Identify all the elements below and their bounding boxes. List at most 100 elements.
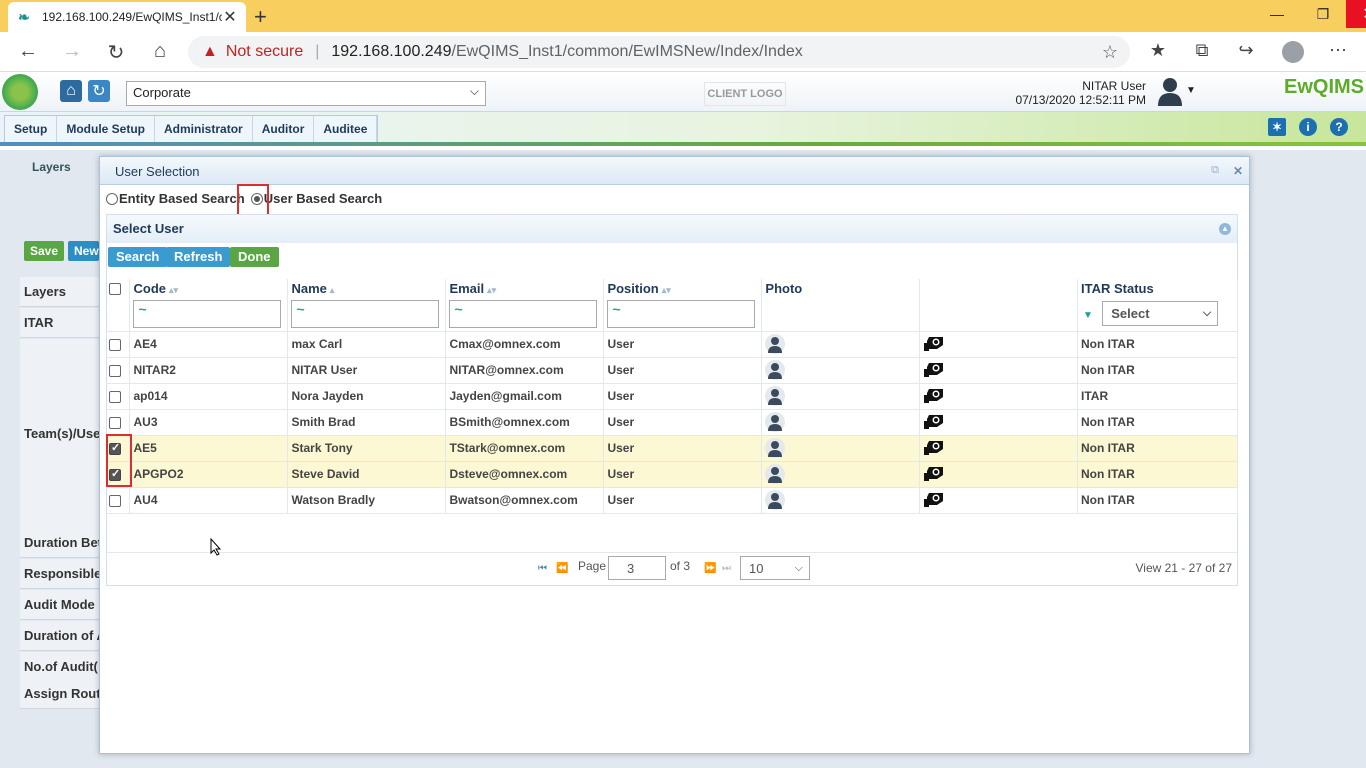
save-button[interactable]: Save bbox=[24, 241, 65, 261]
row-checkbox[interactable] bbox=[109, 364, 121, 377]
refresh-nav-icon[interactable]: ↻ bbox=[88, 80, 110, 102]
user-photo-icon bbox=[765, 360, 786, 380]
minimize-icon[interactable]: — bbox=[1254, 0, 1300, 28]
itar-filter-select[interactable]: Select ⌵ bbox=[1102, 301, 1219, 327]
camera-icon[interactable] bbox=[923, 387, 945, 405]
forward-icon[interactable]: → bbox=[60, 40, 84, 63]
cell-itar-status: Non ITAR bbox=[1077, 461, 1238, 488]
table-cell bbox=[106, 357, 131, 384]
camera-icon[interactable] bbox=[923, 413, 945, 431]
breadcrumb: Layers bbox=[32, 160, 71, 174]
user-avatar-icon[interactable] bbox=[1156, 76, 1184, 106]
first-page-icon[interactable]: ⏮ bbox=[538, 563, 547, 574]
home-icon[interactable]: ⌂ bbox=[148, 40, 172, 63]
collapse-icon[interactable]: ▲ bbox=[1219, 223, 1231, 235]
camera-icon[interactable] bbox=[923, 491, 945, 509]
filter-icon: ▼ bbox=[1083, 310, 1093, 322]
table-row[interactable]: AE4 max Carl Cmax@omnex.com User Non ITAR bbox=[106, 331, 1238, 358]
menu-auditor[interactable]: Auditor bbox=[253, 116, 315, 142]
last-page-icon[interactable]: ⏭ bbox=[722, 563, 731, 574]
page-count: of 3 bbox=[670, 559, 691, 573]
favorites-icon[interactable]: ★ bbox=[1146, 40, 1170, 61]
label-no-of-audits: No.of Audit( bbox=[20, 652, 100, 682]
table-cell bbox=[919, 435, 1078, 462]
row-checkbox[interactable] bbox=[109, 338, 121, 351]
user-photo-icon bbox=[765, 412, 786, 432]
menu-auditee[interactable]: Auditee bbox=[314, 116, 378, 142]
menu-administrator[interactable]: Administrator bbox=[155, 116, 253, 142]
popout-icon[interactable]: ⧉ bbox=[1211, 164, 1219, 177]
prev-page-icon[interactable]: ⏪ bbox=[556, 563, 568, 574]
close-icon[interactable]: ✕ bbox=[1233, 164, 1243, 178]
pin-icon[interactable]: ✶ bbox=[1268, 118, 1286, 136]
column-code-label: Code bbox=[133, 280, 166, 296]
cell-itar-status: Non ITAR bbox=[1077, 435, 1238, 462]
help-icon[interactable]: ? bbox=[1330, 118, 1348, 136]
table-cell bbox=[761, 461, 921, 488]
user-menu-caret-icon[interactable]: ▼ bbox=[1186, 85, 1196, 96]
table-row[interactable]: APGPO2Steve DavidDsteve@omnex.comUser Non… bbox=[106, 461, 1238, 488]
refresh-button[interactable]: Refresh bbox=[166, 247, 231, 267]
info-icon[interactable]: i bbox=[1299, 118, 1317, 136]
name-filter-input[interactable]: ~ bbox=[291, 299, 440, 328]
entity-search-radio[interactable] bbox=[106, 192, 118, 205]
camera-icon[interactable] bbox=[923, 465, 945, 483]
share-icon[interactable]: ↪ bbox=[1234, 40, 1258, 61]
done-button[interactable]: Done bbox=[230, 247, 279, 267]
table-cell bbox=[761, 383, 921, 410]
chevron-down-icon: ⌵ bbox=[794, 562, 803, 574]
site-select[interactable]: Corporate ⌵ bbox=[126, 81, 486, 106]
next-page-icon[interactable]: ⏩ bbox=[704, 563, 716, 574]
restore-icon[interactable]: ❐ bbox=[1300, 0, 1346, 28]
filter-cell: ~ bbox=[287, 297, 447, 332]
sort-icon: ▴▾ bbox=[487, 284, 497, 295]
camera-icon[interactable] bbox=[923, 335, 945, 353]
bookmark-star-icon[interactable]: ☆ bbox=[1102, 42, 1118, 63]
email-filter-input[interactable]: ~ bbox=[449, 299, 598, 328]
column-position[interactable]: Position ▴▾ bbox=[603, 279, 763, 297]
code-filter-input[interactable]: ~ bbox=[133, 299, 282, 328]
camera-icon[interactable] bbox=[923, 361, 945, 379]
rows-per-page-select[interactable]: 10 ⌵ bbox=[740, 556, 810, 580]
menu-bar-underline bbox=[0, 142, 1366, 146]
reload-icon[interactable]: ↻ bbox=[104, 40, 128, 65]
column-email[interactable]: Email ▴▾ bbox=[445, 279, 605, 297]
tab-close-icon[interactable]: ✕ bbox=[222, 7, 238, 27]
user-photo-icon bbox=[765, 334, 786, 354]
label-duration-of-audit: Duration of A bbox=[20, 621, 100, 651]
row-checkbox[interactable] bbox=[109, 390, 121, 403]
more-menu-icon[interactable]: ⋯ bbox=[1326, 40, 1350, 61]
new-tab-icon[interactable]: + bbox=[254, 4, 267, 30]
position-filter-input[interactable]: ~ bbox=[607, 299, 756, 328]
profile-icon[interactable] bbox=[1282, 41, 1304, 63]
search-button[interactable]: Search bbox=[108, 247, 168, 267]
select-all-checkbox[interactable] bbox=[109, 283, 121, 296]
window-close-icon[interactable]: ✕ bbox=[1346, 0, 1366, 28]
sort-icon: ▴▾ bbox=[661, 284, 671, 295]
browser-tab[interactable]: ❧ 192.168.100.249/EwQIMS_Inst1/c ✕ bbox=[8, 2, 246, 32]
back-icon[interactable]: ← bbox=[16, 40, 40, 63]
pager: ⏮ ⏪ Page 3 of 3 ⏩ ⏭ 10 ⌵ View 21 - 27 of … bbox=[106, 552, 1238, 586]
table-cell bbox=[919, 331, 1078, 358]
table-row[interactable]: NITAR2 NITAR User NITAR@omnex.com User Non I… bbox=[106, 357, 1238, 384]
camera-icon[interactable] bbox=[923, 439, 945, 457]
column-itar-status[interactable]: ITAR Status bbox=[1077, 279, 1238, 297]
table-row[interactable]: AE5Stark TonyTStark@omnex.comUser Non ITA… bbox=[106, 435, 1238, 462]
row-checkbox[interactable] bbox=[109, 494, 121, 507]
table-row[interactable]: AU3 Smith Brad BSmith@omnex.com User Non ITA… bbox=[106, 409, 1238, 436]
url-field[interactable]: ▲ Not secure | 192.168.100.249/EwQIMS_In… bbox=[188, 36, 1130, 68]
table-row[interactable]: AU4 Watson Bradly Bwatson@omnex.com User Non… bbox=[106, 487, 1238, 514]
page-number-input[interactable]: 3 bbox=[608, 556, 666, 580]
new-button[interactable]: New bbox=[68, 241, 99, 261]
column-name[interactable]: Name ▴ bbox=[287, 279, 447, 297]
collections-icon[interactable]: ⧉ bbox=[1190, 40, 1214, 61]
column-code[interactable]: Code ▴▾ bbox=[129, 279, 289, 297]
menu-setup[interactable]: Setup bbox=[5, 116, 58, 142]
label-itar: ITAR bbox=[20, 308, 100, 338]
row-checkbox[interactable] bbox=[109, 416, 121, 429]
home-nav-icon[interactable]: ⌂ bbox=[60, 80, 82, 102]
view-range-text: View 21 - 27 of 27 bbox=[1135, 561, 1232, 575]
user-info: NITAR User 07/13/2020 12:52:11 PM bbox=[1015, 79, 1146, 107]
table-row[interactable]: ap014 Nora Jayden Jayden@gmail.com User ITAR bbox=[106, 383, 1238, 410]
menu-module-setup[interactable]: Module Setup bbox=[57, 116, 156, 142]
